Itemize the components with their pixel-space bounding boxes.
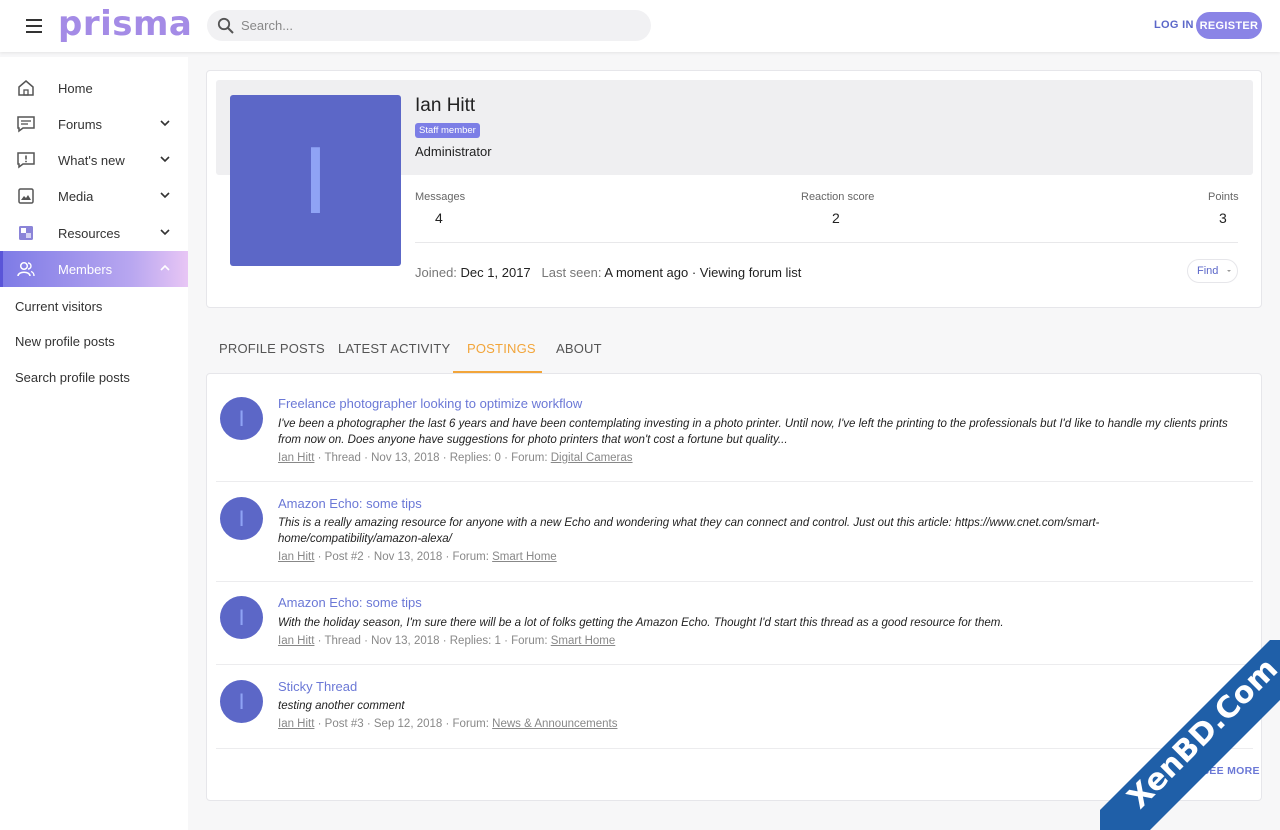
post-snippet: With the holiday season, I'm sure there … bbox=[278, 617, 1004, 629]
caret-down-icon bbox=[1227, 270, 1232, 272]
home-icon bbox=[18, 80, 34, 96]
stat-points-label: Points bbox=[1208, 191, 1239, 203]
search-bar[interactable] bbox=[207, 10, 651, 41]
resources-icon bbox=[19, 226, 33, 240]
sidebar-subitem-current-visitors[interactable]: Current visitors bbox=[15, 299, 102, 314]
sidebar-subitem-new-profile-posts[interactable]: New profile posts bbox=[15, 334, 115, 349]
divider bbox=[415, 242, 1238, 243]
last-seen-value: A moment ago · Viewing forum list bbox=[604, 265, 802, 280]
stat-points-value[interactable]: 3 bbox=[1219, 210, 1227, 226]
stat-messages-value[interactable]: 4 bbox=[435, 210, 443, 226]
post-meta: Ian Hitt · Post #2 · Nov 13, 2018 · Foru… bbox=[278, 551, 557, 563]
sidebar-item-label: What's new bbox=[58, 153, 125, 168]
top-header: prisma LOG IN REGISTER bbox=[0, 0, 1280, 52]
post-author-avatar[interactable]: I bbox=[220, 596, 263, 639]
post-title-link[interactable]: Freelance photographer looking to optimi… bbox=[278, 396, 582, 411]
post-author-avatar[interactable]: I bbox=[220, 680, 263, 723]
post-author-link[interactable]: Ian Hitt bbox=[278, 551, 314, 563]
chevron-down-icon[interactable] bbox=[158, 116, 172, 130]
chevron-down-icon[interactable] bbox=[158, 225, 172, 239]
search-icon bbox=[217, 17, 234, 34]
member-avatar[interactable]: I bbox=[230, 95, 401, 266]
sidebar-item-forums[interactable]: Forums bbox=[0, 106, 188, 142]
register-button[interactable]: REGISTER bbox=[1196, 12, 1262, 39]
sidebar: Home Forums What's new Media Resources M… bbox=[0, 57, 188, 830]
forums-icon bbox=[17, 116, 35, 133]
post-author-link[interactable]: Ian Hitt bbox=[278, 635, 314, 647]
post-meta: Ian Hitt · Thread · Nov 13, 2018 · Repli… bbox=[278, 452, 633, 464]
last-seen-label: Last seen: bbox=[541, 265, 602, 280]
hamburger-menu-icon[interactable] bbox=[26, 16, 46, 36]
post-forum-link[interactable]: Digital Cameras bbox=[551, 452, 633, 464]
post-meta: Ian Hitt · Post #3 · Sep 12, 2018 · Foru… bbox=[278, 718, 617, 730]
divider bbox=[216, 481, 1253, 482]
post-forum-link[interactable]: Smart Home bbox=[492, 551, 557, 563]
post-meta-text: · Post #2 · Nov 13, 2018 · Forum: bbox=[317, 551, 489, 563]
post-snippet: testing another comment bbox=[278, 700, 405, 712]
stat-reaction-value[interactable]: 2 bbox=[832, 210, 840, 226]
member-title: Administrator bbox=[415, 144, 492, 159]
chevron-down-icon[interactable] bbox=[158, 152, 172, 166]
divider bbox=[216, 748, 1253, 749]
media-icon bbox=[18, 188, 34, 204]
stat-reaction-label: Reaction score bbox=[801, 191, 875, 203]
sidebar-item-label: Home bbox=[58, 81, 93, 96]
member-dates: Joined: Dec 1, 2017 Last seen: A moment … bbox=[415, 265, 801, 280]
whats-new-icon bbox=[17, 152, 35, 169]
post-snippet: This is a really amazing resource for an… bbox=[278, 517, 1100, 545]
member-name[interactable]: Ian Hitt bbox=[415, 95, 475, 117]
joined-label: Joined: bbox=[415, 265, 457, 280]
post-forum-link[interactable]: News & Announcements bbox=[492, 718, 617, 730]
tab-profile-posts[interactable]: PROFILE POSTS bbox=[219, 341, 325, 356]
post-meta-text: · Thread · Nov 13, 2018 · Replies: 0 · F… bbox=[317, 452, 548, 464]
divider bbox=[216, 664, 1253, 665]
sidebar-item-label: Members bbox=[58, 262, 113, 277]
see-more-link[interactable]: SEE MORE bbox=[1202, 765, 1260, 777]
post-author-link[interactable]: Ian Hitt bbox=[278, 452, 314, 464]
sidebar-item-label: Forums bbox=[58, 117, 103, 132]
postings-list: I Freelance photographer looking to opti… bbox=[206, 373, 1262, 801]
post-title-link[interactable]: Sticky Thread bbox=[278, 679, 357, 694]
sidebar-item-whats-new[interactable]: What's new bbox=[0, 142, 188, 178]
sidebar-item-home[interactable]: Home bbox=[0, 70, 188, 106]
sidebar-item-media[interactable]: Media bbox=[0, 178, 188, 214]
sidebar-item-label: Resources bbox=[58, 226, 121, 241]
post-title-link[interactable]: Amazon Echo: some tips bbox=[278, 595, 422, 610]
post-author-avatar[interactable]: I bbox=[220, 497, 263, 540]
members-icon bbox=[17, 261, 35, 277]
post-meta: Ian Hitt · Thread · Nov 13, 2018 · Repli… bbox=[278, 635, 615, 647]
joined-value: Dec 1, 2017 bbox=[460, 265, 531, 280]
post-snippet: I've been a photographer the last 6 year… bbox=[278, 418, 1228, 446]
login-link[interactable]: LOG IN bbox=[1154, 19, 1194, 31]
find-label: Find bbox=[1197, 265, 1219, 277]
sidebar-item-resources[interactable]: Resources bbox=[0, 215, 188, 251]
tab-about[interactable]: ABOUT bbox=[556, 341, 602, 356]
search-input[interactable] bbox=[241, 18, 621, 33]
post-forum-link[interactable]: Smart Home bbox=[551, 635, 616, 647]
post-author-avatar[interactable]: I bbox=[220, 397, 263, 440]
find-menu-button[interactable]: Find bbox=[1187, 259, 1238, 283]
chevron-up-icon[interactable] bbox=[158, 261, 172, 275]
post-author-link[interactable]: Ian Hitt bbox=[278, 718, 314, 730]
sidebar-item-label: Media bbox=[58, 189, 94, 204]
site-logo[interactable]: prisma bbox=[58, 4, 192, 44]
chevron-down-icon[interactable] bbox=[158, 188, 172, 202]
post-meta-text: · Thread · Nov 13, 2018 · Replies: 1 · F… bbox=[317, 635, 548, 647]
stat-messages-label: Messages bbox=[415, 191, 466, 203]
member-profile-card: I Ian Hitt Staff member Administrator Me… bbox=[206, 70, 1262, 308]
staff-badge: Staff member bbox=[415, 123, 480, 138]
tab-latest-activity[interactable]: LATEST ACTIVITY bbox=[338, 341, 450, 356]
post-title-link[interactable]: Amazon Echo: some tips bbox=[278, 496, 422, 511]
divider bbox=[216, 581, 1253, 582]
sidebar-subitem-search-profile-posts[interactable]: Search profile posts bbox=[15, 370, 130, 385]
post-meta-text: · Post #3 · Sep 12, 2018 · Forum: bbox=[317, 718, 489, 730]
tab-postings[interactable]: POSTINGS bbox=[467, 341, 536, 356]
sidebar-item-members[interactable]: Members bbox=[0, 251, 188, 287]
